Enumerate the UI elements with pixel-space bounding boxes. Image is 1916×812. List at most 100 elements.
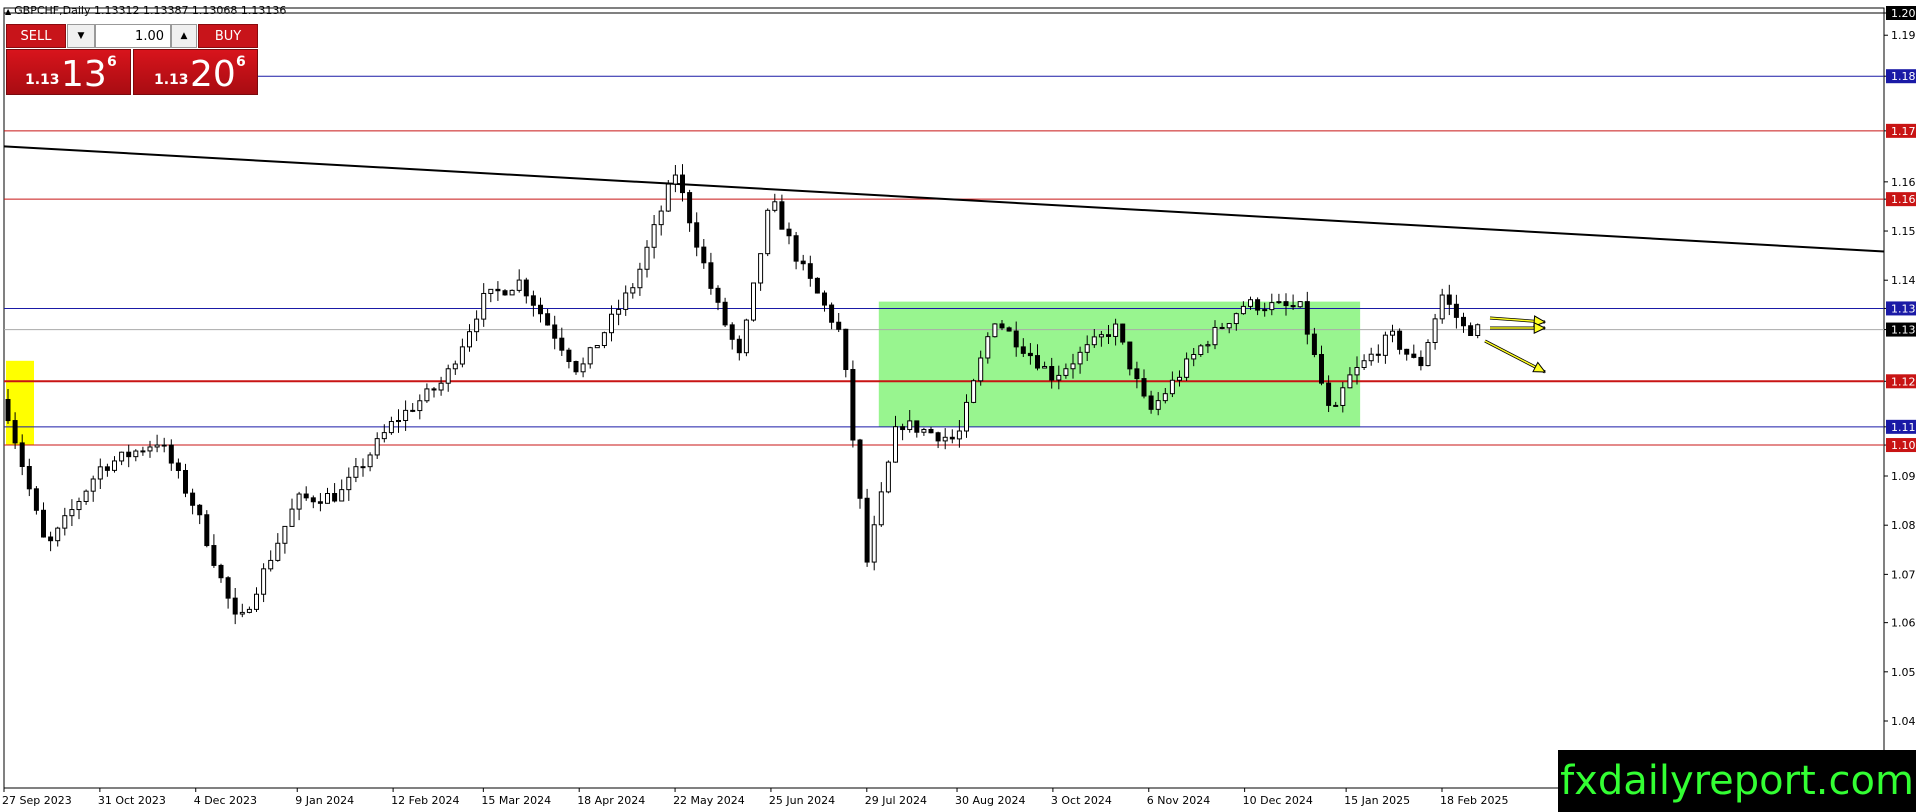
x-tick-label: 18 Feb 2025 [1440,794,1508,807]
candle-body [680,174,685,194]
buy-price-box[interactable]: 1.13 20 6 [133,49,258,95]
candle-body [1354,367,1360,376]
candle-body [1233,313,1239,325]
candle-body [1382,334,1388,356]
x-tick-label: 6 Nov 2024 [1147,794,1210,807]
x-tick-label: 9 Jan 2024 [295,794,354,807]
candle-body [55,527,61,542]
candle-body [1347,374,1353,389]
candle-body [1319,353,1324,384]
candle-body [1169,379,1175,395]
candle-body [672,174,678,185]
candle-body [651,224,657,248]
x-tick-label: 29 Jul 2024 [865,794,927,807]
candle-body [843,328,849,370]
candle-body [1113,323,1119,337]
candle-body [467,331,472,348]
candle-body [623,292,629,310]
candle-body [822,292,827,306]
candle-body [1340,387,1346,406]
candle-body [601,332,607,346]
candle-body [26,466,32,490]
candle-body [5,399,11,422]
candle-body [289,508,295,527]
candle-body [97,466,103,480]
candle-body [1240,305,1246,315]
y-tick-label: 1.08840 [1891,519,1916,532]
y-tick-label: 1.20088 [1891,7,1916,20]
candle-body [1226,323,1232,329]
candle-body [19,442,25,468]
candle-body [935,432,941,442]
lot-decrease-button[interactable]: ▼ [67,24,95,48]
candle-body [1212,326,1218,346]
sell-price-box[interactable]: 1.13 13 6 [6,49,131,95]
candle-body [1461,316,1466,327]
candle-body [332,493,338,502]
buy-button[interactable]: BUY [198,24,258,48]
x-tick-label: 15 Mar 2024 [481,794,551,807]
y-tick-label: 1.07760 [1891,568,1916,581]
sell-button[interactable]: SELL [6,24,66,48]
candle-body [1141,378,1147,397]
candle-body [1120,323,1126,343]
x-tick-label: 15 Jan 2025 [1344,794,1410,807]
candle-body [282,525,288,544]
sell-price-prefix: 1.13 [25,72,60,88]
candle-body [1198,345,1204,356]
y-tick-label: 1.06700 [1891,617,1916,630]
candle-body [417,400,423,412]
candle-body [76,500,82,511]
x-tick-label: 22 May 2024 [673,794,745,807]
candle-body [1446,294,1452,305]
candle-body [261,568,267,595]
candle-body [218,564,224,579]
candle-body [1390,330,1395,336]
candle-body [12,420,18,444]
candle-body [566,349,572,363]
candle-body [893,426,898,463]
chevron-down-icon: ▼ [77,31,85,41]
candle-body [83,490,89,502]
candle-body [743,319,749,354]
candle-body [545,313,551,326]
candle-body [637,268,643,289]
y-tick-label: 1.11000 [1891,421,1916,434]
candle-body [452,363,458,370]
candle-body [168,444,174,464]
candle-body [1475,324,1481,336]
y-tick-label: 1.14220 [1891,274,1916,287]
candle-body [396,419,401,423]
price-chart[interactable]: 1.20088 1.19600 1.18700 1.17500 1.16380 1.160… [0,0,1916,812]
candle-body [339,489,345,502]
candle-body [1219,326,1225,329]
candle-body [573,361,579,373]
candle-body [1027,352,1033,357]
candle-body [62,515,68,529]
candle-body [864,497,870,563]
candle-body [992,323,998,338]
candle-body [964,401,969,432]
candle-body [559,337,565,351]
candle-body [871,524,877,563]
candle-body [133,450,139,458]
candle-body [1326,382,1332,406]
candle-body [1404,348,1410,355]
lot-size-input[interactable] [95,24,171,48]
lot-increase-button[interactable]: ▲ [171,24,197,48]
candle-body [1063,368,1069,376]
candle-body [325,493,330,504]
candle-body [90,478,96,492]
candle-body [190,492,196,506]
candle-body [69,509,75,517]
y-tick-label: 1.13600 [1891,302,1916,315]
candle-body [1276,301,1282,304]
candle-body [1020,346,1026,354]
candle-body [616,308,622,315]
candle-body [885,461,891,493]
candle-body [303,493,309,499]
sell-price-sup: 6 [107,54,117,70]
candle-body [949,436,955,440]
candle-body [914,420,920,433]
candle-body [232,597,238,615]
